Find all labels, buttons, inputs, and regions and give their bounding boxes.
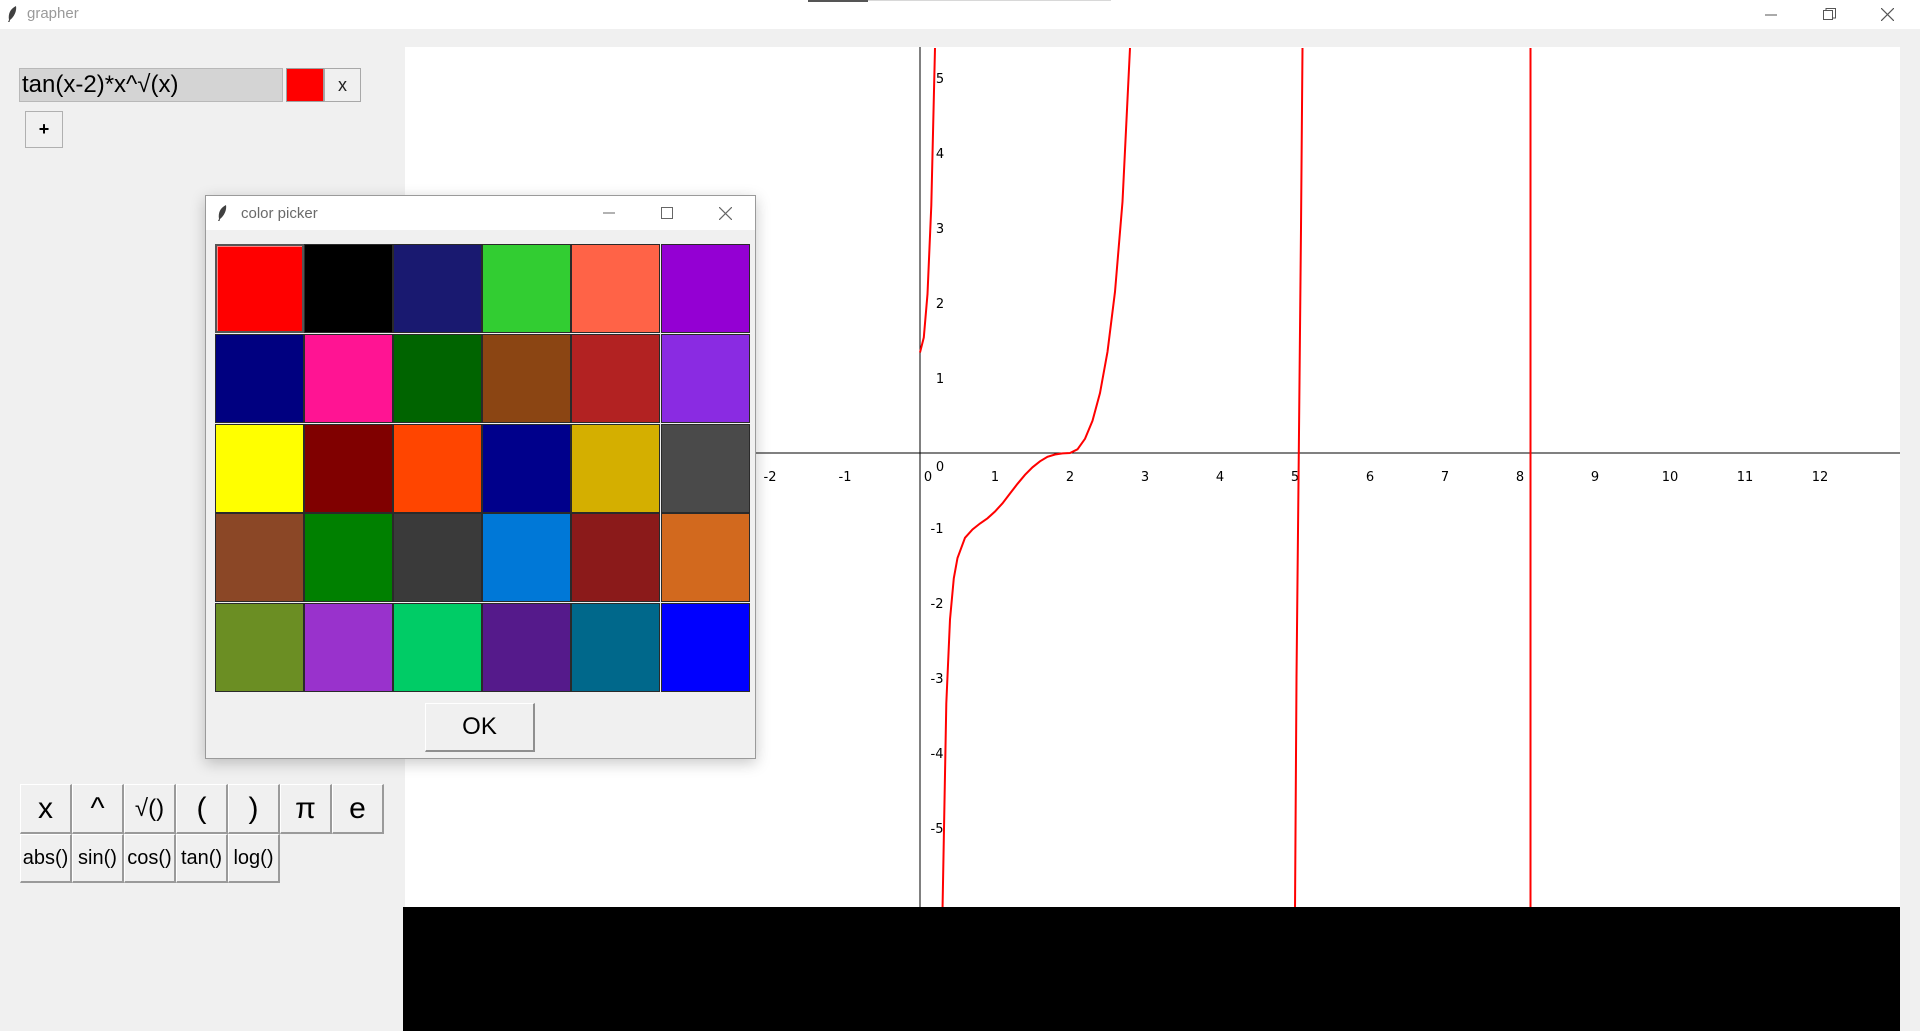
color-swatch[interactable] (393, 513, 483, 603)
color-swatch[interactable] (304, 513, 394, 603)
color-swatch[interactable] (393, 244, 483, 333)
title-divider-accent (808, 0, 868, 2)
color-swatch[interactable] (215, 603, 304, 693)
color-swatch[interactable] (660, 423, 750, 513)
color-swatch[interactable] (482, 244, 572, 333)
app-feather-icon (6, 5, 18, 27)
color-swatch[interactable] (660, 244, 750, 333)
y-tick-label: 5 (936, 72, 944, 87)
color-swatch[interactable] (304, 423, 394, 513)
x-tick-label: 12 (1812, 470, 1829, 485)
color-swatch[interactable] (571, 423, 661, 513)
y-tick-label: 4 (936, 147, 944, 162)
dialog-close-button[interactable] (696, 196, 754, 230)
x-tick-label: 7 (1441, 470, 1449, 485)
color-swatch[interactable] (393, 423, 483, 513)
key-tan[interactable]: tan() (176, 834, 228, 883)
status-bar (403, 907, 1900, 1031)
color-swatch[interactable] (304, 603, 394, 693)
dialog-maximize-button[interactable] (638, 196, 696, 230)
key-sqrt[interactable]: √() (124, 784, 176, 834)
color-swatch[interactable] (482, 513, 572, 603)
y-tick-label: 3 (936, 222, 944, 237)
x-tick-label: -1 (839, 470, 852, 485)
dialog-title-bar: color picker (206, 196, 755, 230)
color-swatch[interactable] (215, 333, 304, 423)
color-swatch[interactable] (571, 513, 661, 603)
color-swatch[interactable] (215, 513, 304, 603)
color-swatch[interactable] (660, 603, 750, 693)
color-swatch[interactable] (660, 513, 750, 603)
x-tick-label: 10 (1662, 470, 1679, 485)
dialog-title: color picker (241, 205, 318, 222)
close-button[interactable] (1858, 0, 1916, 29)
color-picker-dialog: color picker OK (205, 195, 756, 759)
key-power[interactable]: ^ (72, 784, 124, 834)
color-swatch[interactable] (304, 244, 394, 333)
y-tick-label: 1 (936, 372, 944, 387)
key-sin[interactable]: sin() (72, 834, 124, 883)
color-swatch[interactable] (571, 603, 661, 693)
key-cos[interactable]: cos() (124, 834, 176, 883)
x-tick-label: 1 (991, 470, 999, 485)
color-swatch[interactable] (482, 423, 572, 513)
expression-input[interactable] (19, 68, 283, 102)
color-swatch[interactable] (571, 333, 661, 423)
color-swatch-grid (215, 244, 750, 693)
x-tick-label: 2 (1066, 470, 1074, 485)
key-close-paren[interactable]: ) (228, 784, 280, 834)
key-e[interactable]: e (332, 784, 384, 834)
x-tick-label: 11 (1737, 470, 1754, 485)
expression-color-button[interactable] (286, 68, 324, 102)
x-tick-label: 9 (1591, 470, 1599, 485)
color-swatch[interactable] (304, 333, 394, 423)
y-tick-label: -2 (931, 597, 944, 612)
x-tick-label: 4 (1216, 470, 1224, 485)
x-tick-label: -2 (764, 470, 777, 485)
x-tick-label: 0 (924, 470, 932, 485)
color-swatch[interactable] (660, 333, 750, 423)
remove-expression-button[interactable]: x (324, 68, 361, 102)
dialog-minimize-button[interactable] (580, 196, 638, 230)
key-open-paren[interactable]: ( (176, 784, 228, 834)
minimize-button[interactable] (1742, 0, 1800, 29)
window-title: grapher (27, 5, 79, 22)
ok-button[interactable]: OK (425, 703, 535, 752)
key-pi[interactable]: π (280, 784, 332, 834)
key-abs[interactable]: abs() (20, 834, 72, 883)
x-tick-label: 6 (1366, 470, 1374, 485)
add-expression-button[interactable]: + (25, 111, 63, 148)
dialog-feather-icon (216, 204, 228, 226)
color-swatch[interactable] (393, 603, 483, 693)
color-swatch[interactable] (393, 333, 483, 423)
color-swatch[interactable] (571, 244, 661, 333)
x-tick-label: 3 (1141, 470, 1149, 485)
color-swatch[interactable] (215, 244, 304, 333)
y-tick-label: -1 (931, 522, 944, 537)
y-tick-label: 0 (936, 460, 944, 475)
restore-button[interactable] (1800, 0, 1858, 29)
key-x[interactable]: x (20, 784, 72, 834)
key-log[interactable]: log() (228, 834, 280, 883)
title-bar: grapher (0, 0, 1920, 29)
y-tick-label: 2 (936, 297, 944, 312)
y-tick-label: -5 (931, 822, 944, 837)
y-tick-label: -4 (931, 747, 944, 762)
function-curve (919, 47, 1131, 907)
y-tick-label: -3 (931, 672, 944, 687)
x-tick-label: 8 (1516, 470, 1524, 485)
color-swatch[interactable] (482, 603, 572, 693)
color-swatch[interactable] (215, 423, 304, 513)
color-swatch[interactable] (482, 333, 572, 423)
